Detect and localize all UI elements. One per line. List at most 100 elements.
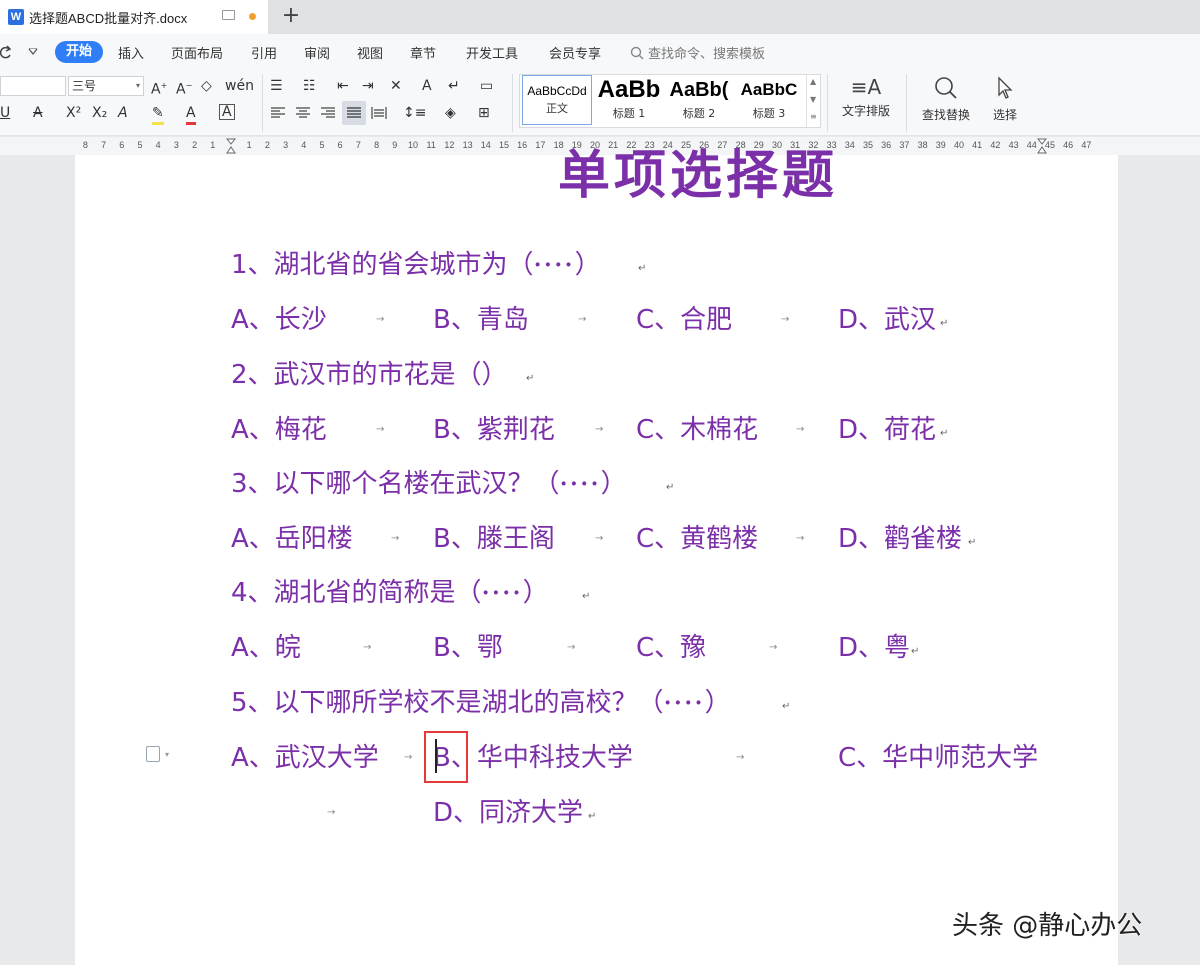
menu-tab-references[interactable]: 引用 — [251, 43, 277, 62]
ruler-tick: 42 — [990, 140, 1001, 150]
question-text[interactable]: 4、湖北省的简称是（••••） — [231, 577, 549, 610]
redo-icon[interactable] — [0, 45, 14, 59]
style-heading-2[interactable]: AaBb( 标题 2 — [664, 75, 734, 127]
quick-access-dropdown-icon[interactable] — [28, 48, 38, 56]
option-b[interactable]: B、鄂 — [433, 632, 503, 664]
styles-gallery: AaBbCcDd 正文 AaBb 标题 1 AaBb( 标题 2 AaBbC 标… — [519, 74, 821, 128]
char-border-icon[interactable]: A — [219, 104, 235, 120]
highlight-icon[interactable]: ✎ — [152, 104, 164, 125]
shrink-font-icon[interactable]: A− — [176, 77, 192, 99]
menu-tab-home[interactable]: 开始 — [55, 41, 103, 63]
menu-tab-review[interactable]: 审阅 — [304, 43, 330, 62]
text-effects-icon[interactable]: A — [118, 104, 128, 122]
decrease-indent-icon[interactable]: ⇤ — [337, 77, 349, 95]
cursor-arrow-icon — [998, 76, 1013, 99]
option-c[interactable]: C、合肥 — [636, 304, 732, 336]
chevron-down-icon[interactable]: ▼ — [810, 95, 816, 104]
option-a[interactable]: A、岳阳楼 — [231, 523, 353, 555]
option-a[interactable]: A、武汉大学 — [231, 742, 379, 774]
option-c[interactable]: C、华中师范大学 — [838, 742, 1038, 774]
grow-font-icon[interactable]: A+ — [151, 77, 167, 99]
option-d[interactable]: D、粤 — [838, 632, 910, 664]
menu-tab-view[interactable]: 视图 — [357, 43, 383, 62]
style-sample: AaBbCcDd — [527, 84, 587, 98]
phonetic-guide-icon[interactable]: wén — [225, 77, 254, 95]
ruler-tick: 13 — [462, 140, 473, 150]
chinese-layout-icon[interactable]: ✕ — [390, 77, 402, 95]
paragraph-mark: ↵ — [940, 428, 949, 439]
shading-icon[interactable]: ◈ — [445, 104, 456, 122]
distributed-align-icon[interactable] — [371, 106, 387, 120]
option-b[interactable]: B、滕王阁 — [433, 523, 555, 555]
option-b[interactable]: B、紫荆花 — [433, 414, 555, 446]
ruler-tick: 15 — [498, 140, 509, 150]
ruler-tick: 10 — [407, 140, 418, 150]
chevron-down-icon[interactable]: ▾ — [165, 750, 169, 759]
option-c[interactable]: C、黄鹤楼 — [636, 523, 758, 555]
ruler-tick: 6 — [337, 140, 343, 150]
clear-format-icon[interactable]: ◇ — [201, 77, 212, 95]
option-c[interactable]: C、木棉花 — [636, 414, 758, 446]
option-a[interactable]: A、皖 — [231, 632, 301, 664]
tab-mark: → — [595, 424, 604, 435]
justify-icon[interactable] — [346, 106, 362, 120]
ruler-tick: 5 — [137, 140, 143, 150]
menu-tab-membership[interactable]: 会员专享 — [549, 43, 601, 62]
align-center-icon[interactable] — [295, 106, 311, 120]
answer-blank-dots: •••• — [559, 476, 601, 493]
numbered-list-icon[interactable]: ☷ — [303, 77, 316, 95]
style-normal[interactable]: AaBbCcDd 正文 — [522, 75, 592, 125]
paste-options-icon[interactable] — [146, 746, 160, 762]
option-a[interactable]: A、长沙 — [231, 304, 327, 336]
command-search[interactable]: 查找命令、搜索模板 — [648, 43, 765, 62]
strikethrough-icon[interactable]: A — [33, 104, 43, 122]
show-marks-icon[interactable]: ▭ — [480, 77, 493, 95]
align-left-icon[interactable] — [270, 106, 286, 120]
menu-tab-page-layout[interactable]: 页面布局 — [171, 43, 223, 62]
increase-indent-icon[interactable]: ⇥ — [362, 77, 374, 95]
ruler-tick: 12 — [444, 140, 455, 150]
option-c[interactable]: C、豫 — [636, 632, 706, 664]
question-text[interactable]: 2、武汉市的市花是（） — [231, 359, 508, 391]
indent-marker-right[interactable] — [1036, 137, 1048, 155]
text-direction-icon[interactable]: A — [422, 77, 432, 95]
font-size-select[interactable]: 三号 ▾ — [68, 76, 144, 96]
select-button[interactable]: 选择 — [984, 76, 1026, 123]
menu-tab-chapter[interactable]: 章节 — [410, 43, 436, 62]
chevron-up-icon[interactable]: ▲ — [810, 77, 816, 86]
style-heading-3[interactable]: AaBbC 标题 3 — [734, 75, 804, 127]
menu-tab-insert[interactable]: 插入 — [118, 43, 144, 62]
expand-gallery-icon[interactable]: ≡ — [810, 112, 817, 121]
option-d[interactable]: D、武汉 — [838, 304, 936, 336]
indent-marker-left[interactable] — [225, 137, 237, 155]
bullet-list-icon[interactable]: ☰ — [270, 77, 283, 95]
option-a[interactable]: A、梅花 — [231, 414, 327, 446]
new-tab-button[interactable]: + — [280, 3, 302, 29]
styles-scroll[interactable]: ▲ ▼ ≡ — [806, 75, 820, 127]
sort-icon[interactable]: ↵ — [448, 77, 460, 95]
line-spacing-icon[interactable]: ↕≡ — [403, 104, 426, 122]
tab-mark: → — [578, 314, 587, 325]
underline-icon[interactable]: U — [0, 104, 10, 122]
superscript-icon[interactable]: X² — [66, 104, 81, 122]
menu-tab-developer[interactable]: 开发工具 — [466, 43, 518, 62]
align-right-icon[interactable] — [320, 106, 336, 120]
text-layout-button[interactable]: ≡A 文字排版 — [836, 76, 896, 119]
question-text[interactable]: 5、以下哪所学校不是湖北的高校？（••••） — [231, 687, 731, 720]
find-replace-button[interactable]: 查找替换 — [914, 76, 978, 123]
document-tab[interactable]: W 选择题ABCD批量对齐.docx — [0, 0, 268, 34]
question-text[interactable]: 3、以下哪个名楼在武汉？（••••） — [231, 468, 627, 501]
question-stem-end: ） — [600, 469, 627, 499]
option-b[interactable]: B、青岛 — [433, 304, 529, 336]
borders-icon[interactable]: ⊞ — [478, 104, 490, 122]
font-name-select[interactable] — [0, 76, 66, 96]
monitor-icon[interactable] — [222, 10, 235, 20]
ruler-tick: 7 — [355, 140, 361, 150]
font-color-icon[interactable]: A — [186, 104, 196, 125]
style-heading-1[interactable]: AaBb 标题 1 — [594, 75, 664, 127]
question-text[interactable]: 1、湖北省的省会城市为（••••） — [231, 249, 601, 282]
subscript-icon[interactable]: X₂ — [92, 104, 107, 122]
option-d[interactable]: D、同济大学 — [433, 797, 583, 829]
option-d[interactable]: D、鹳雀楼 — [838, 523, 962, 555]
option-d[interactable]: D、荷花 — [838, 414, 936, 446]
